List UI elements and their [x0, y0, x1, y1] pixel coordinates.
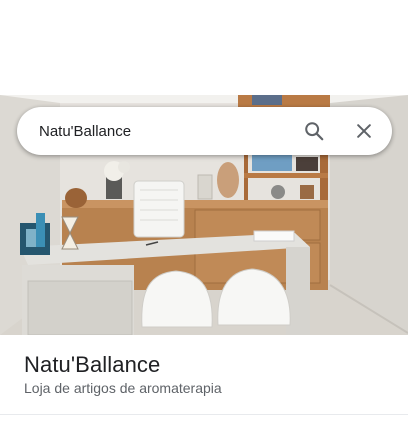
- clear-search-button[interactable]: [348, 115, 380, 147]
- search-button[interactable]: [298, 115, 330, 147]
- place-title: Natu'Ballance: [24, 352, 161, 377]
- search-input[interactable]: [39, 120, 289, 142]
- search-icon: [305, 122, 324, 141]
- place-category[interactable]: Loja de artigos de aromaterapia: [24, 380, 222, 396]
- place-panel: Natu'Ballance Loja de artigos de aromate…: [0, 0, 408, 430]
- search-bar: [17, 107, 392, 155]
- close-icon: [357, 124, 371, 138]
- divider: [0, 414, 408, 415]
